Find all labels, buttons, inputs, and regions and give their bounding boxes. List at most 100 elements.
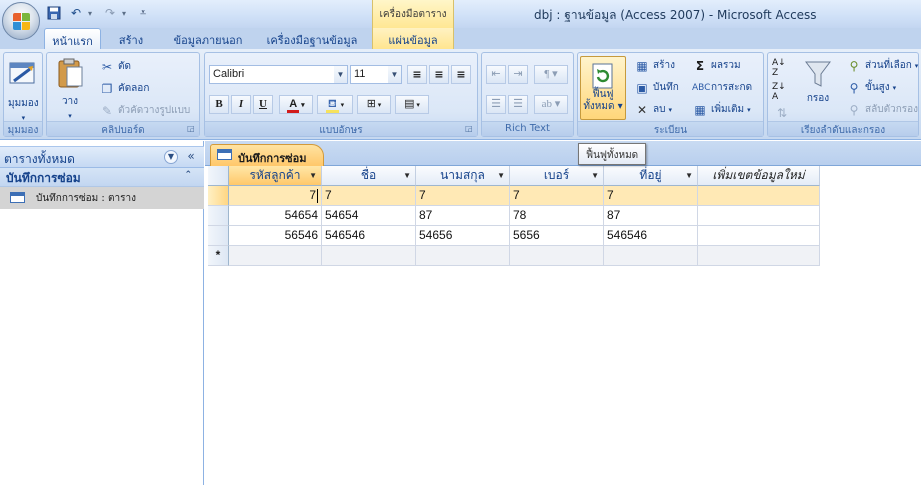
new-row-selector[interactable]: * [208,246,229,266]
numbering-button[interactable]: ☰ [486,95,506,114]
totals-button[interactable]: Σ ผลรวม [692,58,741,73]
chevron-down-icon[interactable]: ▼ [685,166,693,185]
refresh-all-button[interactable]: ฟื้นฟู ทั้งหมด ▾ [580,56,626,120]
fill-color-button[interactable]: ⛾ ▾ [317,95,353,114]
tab-create[interactable]: สร้าง [110,28,152,49]
new-row-cell[interactable] [322,246,416,266]
column-header[interactable]: รหัสลูกค้า ▼ [229,166,322,186]
gridlines-button[interactable]: ⊞ ▾ [357,95,391,114]
chevron-down-icon[interactable]: ▼ [497,166,505,185]
chevron-down-icon[interactable]: ▼ [591,166,599,185]
align-left-button[interactable]: ≡ [407,65,427,84]
customize-qat-icon[interactable]: ⩡ [140,6,146,20]
increase-indent-button[interactable]: ⇥ [508,65,528,84]
table-cell[interactable]: 7 [510,186,604,206]
save-record-button[interactable]: ▣ บันทึก [634,80,679,95]
selection-filter-button[interactable]: ⚲ ส่วนที่เลือก ▾ [846,58,919,73]
table-cell[interactable]: 546546 [604,226,698,246]
redo-dropdown-icon[interactable]: ▾ [122,9,132,18]
format-painter-button[interactable]: ✎ ตัวคัดวางรูปแบบ [99,103,190,118]
table-cell[interactable]: 7 [322,186,416,206]
table-cell[interactable]: 56546 [229,226,322,246]
table-cell[interactable]: 54654 [229,206,322,226]
redo-icon[interactable]: ↷ [100,4,120,22]
chevron-down-icon[interactable]: ▼ [309,166,317,185]
table-cell[interactable]: 54654 [322,206,416,226]
tab-home[interactable]: หน้าแรก [44,28,101,49]
column-header[interactable]: เบอร์ ▼ [510,166,604,186]
spelling-button[interactable]: ABC การสะกด [692,80,752,95]
toggle-filter-button[interactable]: ⚲ สลับตัวกรอง [846,102,918,117]
new-row-cell[interactable] [416,246,510,266]
highlight-button[interactable]: ab ▾ [534,95,568,114]
select-all-corner[interactable] [208,166,229,186]
row-selector[interactable] [208,226,229,246]
table-cell[interactable]: 7 [416,186,510,206]
new-row-cell[interactable] [510,246,604,266]
undo-icon[interactable]: ↶ [66,4,86,22]
nav-item-table[interactable]: บันทึกการซ่อม : ตาราง [0,187,204,209]
delete-x-icon: ✕ [636,102,648,117]
copy-button[interactable]: ❐ คัดลอก [99,81,150,96]
font-name-select[interactable]: Calibri ▼ [209,65,348,84]
align-right-button[interactable]: ≡ [451,65,471,84]
sort-descending-button[interactable]: Z↓ A [772,82,786,102]
bullets-button[interactable]: ☰ [508,95,528,114]
table-cell[interactable]: 5656 [510,226,604,246]
undo-dropdown-icon[interactable]: ▾ [88,9,98,18]
new-row-cell[interactable] [229,246,322,266]
new-record-button[interactable]: ▦ สร้าง [634,58,675,73]
paragraph-direction-button[interactable]: ¶ ▾ [534,65,568,84]
save-icon[interactable] [44,4,64,22]
tab-database-tools[interactable]: เครื่องมือฐานข้อมูล [260,28,364,49]
column-header[interactable]: นามสกุล ▼ [416,166,510,186]
advanced-filter-button[interactable]: ⚲ ขั้นสูง ▾ [846,80,897,95]
nav-pane-header[interactable]: ตารางทั้งหมด ▼ « [0,146,204,168]
align-center-button[interactable]: ≡ [429,65,449,84]
table-cell[interactable]: 7 [229,186,322,206]
document-tab[interactable]: บันทึกการซ่อม [210,144,324,166]
table-cell[interactable]: 87 [416,206,510,226]
tab-external-data[interactable]: ข้อมูลภายนอก [162,28,254,49]
row-selector[interactable] [208,186,229,206]
table-cell[interactable] [698,226,820,246]
collapse-chevron-icon[interactable]: ⌃ [184,170,192,180]
new-row-cell[interactable] [604,246,698,266]
table-cell[interactable] [698,206,820,226]
alternate-fill-button[interactable]: ▤ ▾ [395,95,429,114]
add-new-field-header[interactable]: เพิ่มเขตข้อมูลใหม่ [698,166,820,186]
clipboard-launcher-icon[interactable]: ◲ [187,125,196,134]
filter-button[interactable]: กรอง [804,59,832,106]
more-button[interactable]: ▦ เพิ่มเติม ▾ [692,102,750,117]
italic-button[interactable]: I [231,95,251,114]
table-cell[interactable] [698,186,820,206]
office-button[interactable] [2,2,40,40]
sigma-icon: Σ [695,58,705,73]
column-header[interactable]: ชื่อ ▼ [322,166,416,186]
tab-datasheet[interactable]: แผ่นข้อมูล [372,28,454,49]
shutter-bar-close-icon[interactable]: « [184,150,198,164]
table-cell[interactable]: 87 [604,206,698,226]
chevron-down-icon[interactable]: ▼ [164,150,178,164]
underline-button[interactable]: U [253,95,273,114]
new-row-cell[interactable] [698,246,820,266]
table-cell[interactable]: 78 [510,206,604,226]
decrease-indent-button[interactable]: ⇤ [486,65,506,84]
cut-button[interactable]: ✂ ตัด [99,59,131,74]
nav-group-header[interactable]: บันทึกการซ่อม ⌃ [0,168,204,187]
sort-ascending-button[interactable]: A↓ Z [772,58,786,78]
column-header[interactable]: ที่อยู่ ▼ [604,166,698,186]
table-cell[interactable]: 54656 [416,226,510,246]
bold-button[interactable]: B [209,95,229,114]
paste-button[interactable]: วาง ▾ [55,57,85,120]
font-color-button[interactable]: A ▾ [279,95,313,114]
table-cell[interactable]: 7 [604,186,698,206]
view-button[interactable]: มุมมอง ▾ [8,59,39,122]
clear-sort-button[interactable]: ⇅ [774,106,790,120]
row-selector[interactable] [208,206,229,226]
font-launcher-icon[interactable]: ◲ [465,125,474,134]
font-size-select[interactable]: 11 ▼ [350,65,402,84]
chevron-down-icon[interactable]: ▼ [403,166,411,185]
delete-record-button[interactable]: ✕ ลบ ▾ [634,102,672,117]
table-cell[interactable]: 546546 [322,226,416,246]
